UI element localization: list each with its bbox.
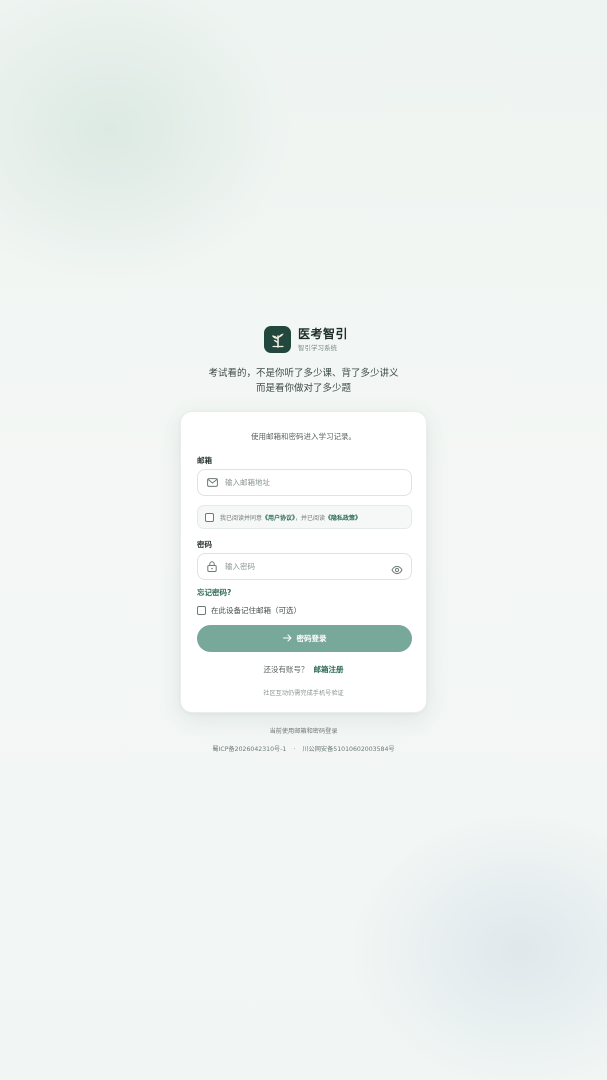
user-agreement-link[interactable]: 《用户协议》 xyxy=(262,515,295,522)
agreement-box: 我已阅读并同意《用户协议》，并已阅读《隐私政策》 xyxy=(197,505,412,529)
password-label: 密码 xyxy=(197,540,212,549)
remember-label: 在此设备记住邮箱（可选） xyxy=(211,606,301,615)
tagline-line-2: 而是看你做对了多少题 xyxy=(255,383,351,394)
eye-icon[interactable] xyxy=(391,561,403,575)
login-button-label: 密码登录 xyxy=(296,634,327,643)
agreement-middle: ，并已阅读 xyxy=(295,514,326,522)
brand-header: 医考智引 智引学习系统 xyxy=(264,326,348,353)
email-label: 邮箱 xyxy=(197,456,212,465)
email-register-link[interactable]: 邮箱注册 xyxy=(314,665,344,674)
mail-icon xyxy=(206,477,218,489)
password-field[interactable] xyxy=(197,553,412,580)
register-prompt: 还没有账号？ xyxy=(263,665,309,674)
community-note: 社区互动仍需完成手机号验证 xyxy=(263,690,344,697)
password-login-button[interactable]: 密码登录 xyxy=(197,625,412,652)
police-record-link[interactable]: 川公网安备51010602003584号 xyxy=(302,746,394,753)
card-intro: 使用邮箱和密码进入学习记录。 xyxy=(251,432,356,441)
login-card: 使用邮箱和密码进入学习记录。 邮箱 我已阅读并同意《用户协议》，并已阅读《隐私政… xyxy=(180,411,427,713)
arrow-right-icon xyxy=(282,633,292,644)
login-method-note: 当前使用邮箱和密码登录 xyxy=(269,728,338,735)
plant-sprout-icon xyxy=(264,326,291,353)
lock-icon xyxy=(206,561,218,573)
brand-subtitle: 智引学习系统 xyxy=(298,343,337,352)
email-input[interactable] xyxy=(225,478,385,487)
forgot-password-link[interactable]: 忘记密码? xyxy=(197,587,231,598)
agreement-prefix: 我已阅读并同意 xyxy=(220,514,263,522)
email-field[interactable] xyxy=(197,469,412,496)
agreement-checkbox[interactable] xyxy=(205,512,214,522)
tagline-line-1: 考试看的，不是你听了多少课、背了多少讲义 xyxy=(208,368,399,379)
footer-separator: · xyxy=(293,746,296,753)
remember-checkbox[interactable] xyxy=(197,606,206,615)
password-input[interactable] xyxy=(225,562,385,571)
icp-record-link[interactable]: 蜀ICP备2026042310号-1 xyxy=(212,746,286,753)
footer-records: 蜀ICP备2026042310号-1 · 川公网安备51010602003584号 xyxy=(0,744,607,753)
register-row: 还没有账号？ 邮箱注册 xyxy=(181,664,426,675)
privacy-policy-link[interactable]: 《隐私政策》 xyxy=(325,515,361,522)
remember-email-option[interactable]: 在此设备记住邮箱（可选） xyxy=(197,605,301,616)
brand-name: 医考智引 xyxy=(298,326,349,341)
agreement-text: 我已阅读并同意《用户协议》，并已阅读《隐私政策》 xyxy=(220,513,361,522)
